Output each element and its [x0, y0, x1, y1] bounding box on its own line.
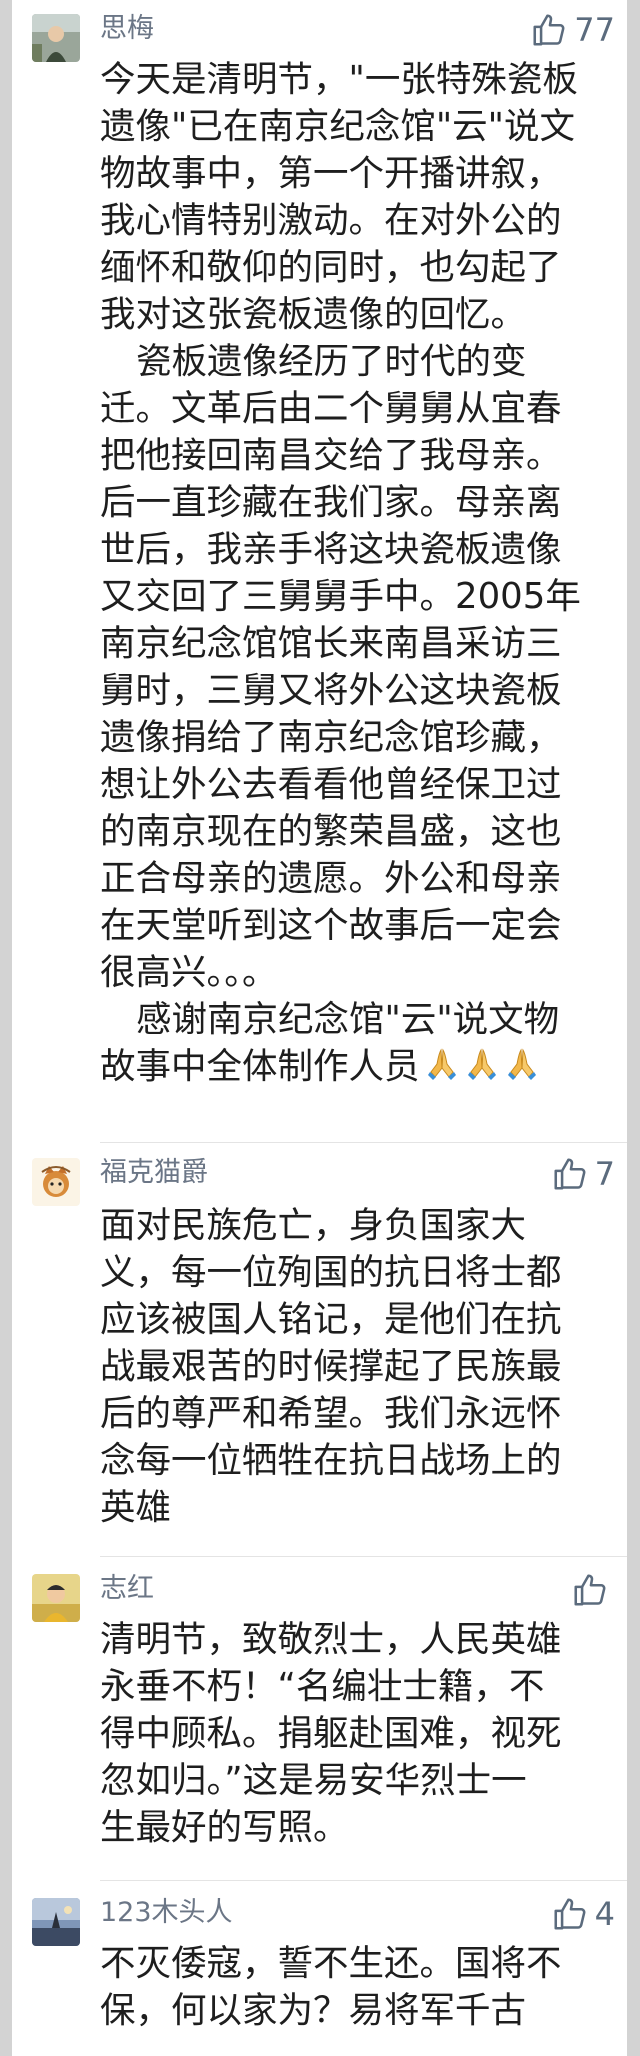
comment-line: 永垂不朽！“名编壮士籍，不	[100, 1666, 545, 1707]
comment-line: 后的尊严和希望。我们永远怀	[100, 1393, 562, 1434]
comment-line: 后一直珍藏在我们家。母亲离	[100, 482, 562, 523]
comment-line: 想让外公去看看他曾经保卫过	[100, 764, 562, 805]
comment-line: 我心情特别激动。在对外公的	[100, 200, 562, 241]
comment-line-with-emoji: 故事中全体制作人员	[100, 1043, 620, 1090]
comment-line: 南京纪念馆馆长来南昌采访三	[100, 623, 562, 664]
comment-line: 物故事中，第一个开播讲叙，	[100, 153, 562, 194]
comment-line: 义，每一位殉国的抗日将士都	[100, 1252, 562, 1293]
avatar[interactable]	[32, 1574, 80, 1622]
comment-line: 忽如归。”这是易安华烈士一	[100, 1760, 527, 1801]
comment-line: 不灭倭寇，誓不生还。国将不	[100, 1943, 562, 1984]
avatar[interactable]	[32, 14, 80, 62]
thumbs-up-icon	[571, 1571, 609, 1609]
comment-line: 我对这张瓷板遗像的回忆。	[100, 294, 527, 335]
comment-line: 遗像"已在南京纪念馆"云"说文	[100, 106, 575, 147]
comment-line: 正合母亲的遗愿。外公和母亲	[100, 858, 562, 899]
comment-line: 把他接回南昌交给了我母亲。	[100, 435, 562, 476]
comment-line: 英雄	[100, 1487, 172, 1528]
comment-line: 得中顾私。捐躯赴国难，视死	[100, 1713, 562, 1754]
username[interactable]: 志红	[100, 1572, 154, 1606]
comment-line: 生最好的写照。	[100, 1807, 349, 1848]
comment-line: 战最艰苦的时候撑起了民族最	[100, 1346, 562, 1387]
avatar[interactable]	[32, 1158, 80, 1206]
like-button[interactable]: 7	[551, 1154, 615, 1194]
comment-line: 世后，我亲手将这块瓷板遗像	[100, 529, 562, 570]
comment-line: 在天堂听到这个故事后一定会	[100, 905, 562, 946]
like-button[interactable]: 4	[551, 1894, 615, 1934]
comment-list: 思梅 77 今天是清明节，"一张特殊瓷板 遗像"已在南京纪念馆"云"说文 物故事…	[12, 0, 627, 2056]
divider	[100, 1556, 627, 1557]
comment-line: 面对民族危亡，身负国家大	[100, 1205, 527, 1246]
comment-line: 的南京现在的繁荣昌盛，这也	[100, 811, 562, 852]
comment-line: 念每一位牺牲在抗日战场上的	[100, 1440, 562, 1481]
like-count: 77	[574, 11, 615, 49]
like-count: 7	[594, 1155, 615, 1193]
username[interactable]: 思梅	[100, 12, 154, 46]
divider	[100, 1880, 627, 1881]
comment-line: 遗像捐给了南京纪念馆珍藏，	[100, 717, 562, 758]
comment-body: 今天是清明节，"一张特殊瓷板 遗像"已在南京纪念馆"云"说文 物故事中，第一个开…	[100, 56, 620, 1090]
comment-line: 舅时，三舅又将外公这块瓷板	[100, 670, 562, 711]
comment-line: 应该被国人铭记，是他们在抗	[100, 1299, 562, 1340]
comment-body: 不灭倭寇，誓不生还。国将不 保，何以家为？易将军千古	[100, 1940, 620, 2034]
like-count: 4	[594, 1895, 615, 1933]
like-button[interactable]	[571, 1570, 615, 1610]
thumbs-up-icon	[551, 1155, 589, 1193]
comment-line: 保，何以家为？易将军千古	[100, 1990, 527, 2031]
comment-line: 很高兴。。。	[100, 952, 278, 993]
folded-hands-emoji-icon	[504, 1046, 540, 1082]
folded-hands-emoji-icon	[424, 1046, 460, 1082]
like-button[interactable]: 77	[530, 10, 615, 50]
comment-body: 清明节，致敬烈士，人民英雄 永垂不朽！“名编壮士籍，不 得中顾私。捐躯赴国难，视…	[100, 1616, 620, 1851]
username[interactable]: 123木头人	[100, 1896, 233, 1930]
divider	[100, 1142, 627, 1143]
comment-line: 瓷板遗像经历了时代的变	[136, 341, 527, 382]
thumbs-up-icon	[551, 1895, 589, 1933]
folded-hands-emoji-icon	[464, 1046, 500, 1082]
comment-line: 今天是清明节，"一张特殊瓷板	[100, 59, 578, 100]
comment-body: 面对民族危亡，身负国家大 义，每一位殉国的抗日将士都 应该被国人铭记，是他们在抗…	[100, 1202, 620, 1531]
comment-line: 感谢南京纪念馆"云"说文物	[136, 999, 560, 1040]
username[interactable]: 福克猫爵	[100, 1156, 208, 1190]
avatar[interactable]	[32, 1898, 80, 1946]
comment-line: 迁。文革后由二个舅舅从宜春	[100, 388, 562, 429]
comment-line: 缅怀和敬仰的同时，也勾起了	[100, 247, 562, 288]
thumbs-up-icon	[530, 11, 568, 49]
comment-line: 故事中全体制作人员	[100, 1046, 420, 1087]
comment-line: 又交回了三舅舅手中。2005年	[100, 576, 581, 617]
comment-line: 清明节，致敬烈士，人民英雄	[100, 1619, 562, 1660]
